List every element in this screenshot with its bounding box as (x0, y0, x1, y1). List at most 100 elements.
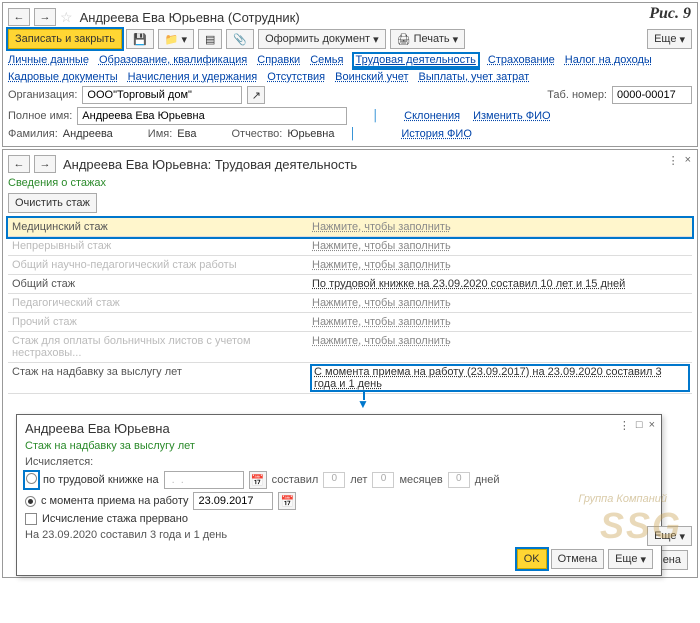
list-button[interactable]: ▤ (198, 29, 222, 49)
name-value: Ева (177, 128, 196, 140)
tab-hr-docs[interactable]: Кадровые документы (8, 71, 118, 83)
arrow-down-icon: ▼ (357, 400, 692, 408)
row-label: Общий научно-педагогический стаж работы (12, 259, 312, 271)
row-value[interactable]: Нажмите, чтобы заполнить (312, 240, 688, 252)
print-button[interactable]: 🖨 Печать ▾ (390, 29, 466, 49)
interrupted-checkbox[interactable] (25, 513, 37, 525)
hire-date-input[interactable] (193, 492, 273, 510)
row-value[interactable]: Нажмите, чтобы заполнить (312, 297, 688, 309)
printer-icon: 🖨 (397, 33, 411, 46)
date-empty-input[interactable] (164, 471, 244, 489)
calendar-icon[interactable]: 📅 (278, 492, 296, 510)
row-value[interactable]: Нажмите, чтобы заполнить (312, 259, 688, 271)
change-fio-link[interactable]: Изменить ФИО (473, 110, 551, 122)
tab-absence[interactable]: Отсутствия (267, 71, 325, 83)
fio-history-link[interactable]: История ФИО (401, 128, 472, 140)
nav-back-button[interactable]: ← (8, 8, 30, 26)
employee-card-panel: Рис. 9 ← → ☆ Андреева Ева Юрьевна (Сотру… (2, 2, 698, 147)
nav-back-button[interactable]: ← (8, 155, 30, 173)
seniority-row[interactable]: Стаж для оплаты больничных листов с учет… (8, 332, 692, 363)
tab-references[interactable]: Справки (257, 54, 300, 68)
org-label: Организация: (8, 89, 77, 101)
arrow-line (363, 392, 692, 400)
save-button[interactable]: 💾 (126, 29, 154, 49)
work-activity-panel: ⋮ × ← → Андреева Ева Юрьевна: Трудовая д… (2, 149, 698, 578)
calendar-icon[interactable]: 📅 (249, 471, 267, 489)
row-value[interactable]: Нажмите, чтобы заполнить (312, 335, 688, 359)
tabs-row-1: Личные данные Образование, квалификация … (8, 54, 692, 68)
close-icon[interactable]: × (649, 419, 655, 432)
save-close-button[interactable]: Записать и закрыть (8, 29, 122, 49)
tab-payments[interactable]: Выплаты, учет затрат (419, 71, 530, 83)
radio-label-2: с момента приема на работу (41, 495, 188, 507)
star-icon[interactable]: ☆ (60, 9, 73, 26)
cancel-button[interactable]: Отмена (551, 549, 604, 569)
fullname-label: Полное имя: (8, 110, 72, 122)
name-label: Имя: (148, 128, 172, 140)
ok-button[interactable]: OK (517, 549, 547, 569)
row-label: Прочий стаж (12, 316, 312, 328)
row-value[interactable]: С момента приема на работу (23.09.2017) … (312, 366, 688, 390)
row-label: Непрерывный стаж (12, 240, 312, 252)
years-input[interactable]: 0 (323, 472, 345, 488)
more-button[interactable]: Еще ▾ (608, 549, 653, 569)
fullname-input[interactable] (77, 107, 347, 125)
seniority-row[interactable]: Медицинский стажНажмите, чтобы заполнить (8, 218, 692, 237)
tab-family[interactable]: Семья (310, 54, 343, 68)
months-input[interactable]: 0 (372, 472, 394, 488)
folder-icon: 📁 (165, 33, 179, 46)
popup-title: Андреева Ева Юрьевна (25, 421, 653, 436)
seniority-row[interactable]: Стаж на надбавку за выслугу летС момента… (8, 363, 692, 394)
row-label: Стаж для оплаты больничных листов с учет… (12, 335, 312, 359)
tabnum-input[interactable] (612, 86, 692, 104)
panel-more-button[interactable]: Еще ▾ (647, 526, 692, 546)
maximize-icon[interactable]: □ (636, 419, 643, 432)
row-label: Медицинский стаж (12, 221, 312, 233)
row-value[interactable]: Нажмите, чтобы заполнить (312, 316, 688, 328)
row-label: Стаж на надбавку за выслугу лет (12, 366, 312, 390)
window-title: Андреева Ева Юрьевна (Сотрудник) (80, 10, 300, 25)
create-doc-button[interactable]: Оформить документ ▾ (258, 29, 386, 49)
row-value[interactable]: По трудовой книжке на 23.09.2020 состави… (312, 278, 688, 290)
seniority-row[interactable]: Прочий стажНажмите, чтобы заполнить (8, 313, 692, 332)
section-title: Сведения о стажах (8, 177, 692, 189)
tab-tax[interactable]: Налог на доходы (565, 54, 652, 68)
tab-insurance[interactable]: Страхование (488, 54, 555, 68)
tab-military[interactable]: Воинский учет (335, 71, 408, 83)
row-value[interactable]: Нажмите, чтобы заполнить (312, 221, 688, 233)
radio-from-hire[interactable] (25, 496, 36, 507)
tab-education[interactable]: Образование, квалификация (99, 54, 247, 68)
figure-label: Рис. 9 (649, 5, 691, 23)
tab-accruals[interactable]: Начисления и удержания (128, 71, 258, 83)
menu-icon[interactable]: ⋮ (619, 419, 630, 432)
surname-value: Андреева (63, 128, 113, 140)
org-input[interactable] (82, 86, 242, 104)
close-icon[interactable]: × (685, 154, 691, 167)
radio-by-workbook[interactable] (26, 473, 37, 484)
patr-value: Юрьевна (287, 128, 334, 140)
folder-button[interactable]: 📁▾ (158, 29, 194, 49)
seniority-row[interactable]: Общий стажПо трудовой книжке на 23.09.20… (8, 275, 692, 294)
more-button[interactable]: Еще ▾ (647, 29, 692, 49)
tabs-row-2: Кадровые документы Начисления и удержани… (8, 71, 692, 83)
org-open-button[interactable]: ↗ (247, 86, 265, 104)
declensions-link[interactable]: Склонения (404, 110, 460, 122)
attach-button[interactable]: 📎 (226, 29, 254, 49)
tabnum-label: Таб. номер: (547, 89, 607, 101)
list-icon: ▤ (205, 33, 215, 46)
tab-work-activity[interactable]: Трудовая деятельность (354, 54, 478, 68)
interrupted-label: Исчисление стажа прервано (42, 513, 188, 525)
nav-fwd-button[interactable]: → (34, 8, 56, 26)
clear-seniority-button[interactable]: Очистить стаж (8, 193, 97, 213)
seniority-row[interactable]: Непрерывный стажНажмите, чтобы заполнить (8, 237, 692, 256)
row-label: Педагогический стаж (12, 297, 312, 309)
panel-title: Андреева Ева Юрьевна: Трудовая деятельно… (63, 157, 357, 172)
patr-label: Отчество: (231, 128, 282, 140)
seniority-row[interactable]: Общий научно-педагогический стаж работыН… (8, 256, 692, 275)
menu-icon[interactable]: ⋮ (668, 154, 679, 167)
days-input[interactable]: 0 (448, 472, 470, 488)
nav-fwd-button[interactable]: → (34, 155, 56, 173)
seniority-row[interactable]: Педагогический стажНажмите, чтобы заполн… (8, 294, 692, 313)
radio-label-1: по трудовой книжке на (43, 474, 159, 486)
tab-personal[interactable]: Личные данные (8, 54, 89, 68)
